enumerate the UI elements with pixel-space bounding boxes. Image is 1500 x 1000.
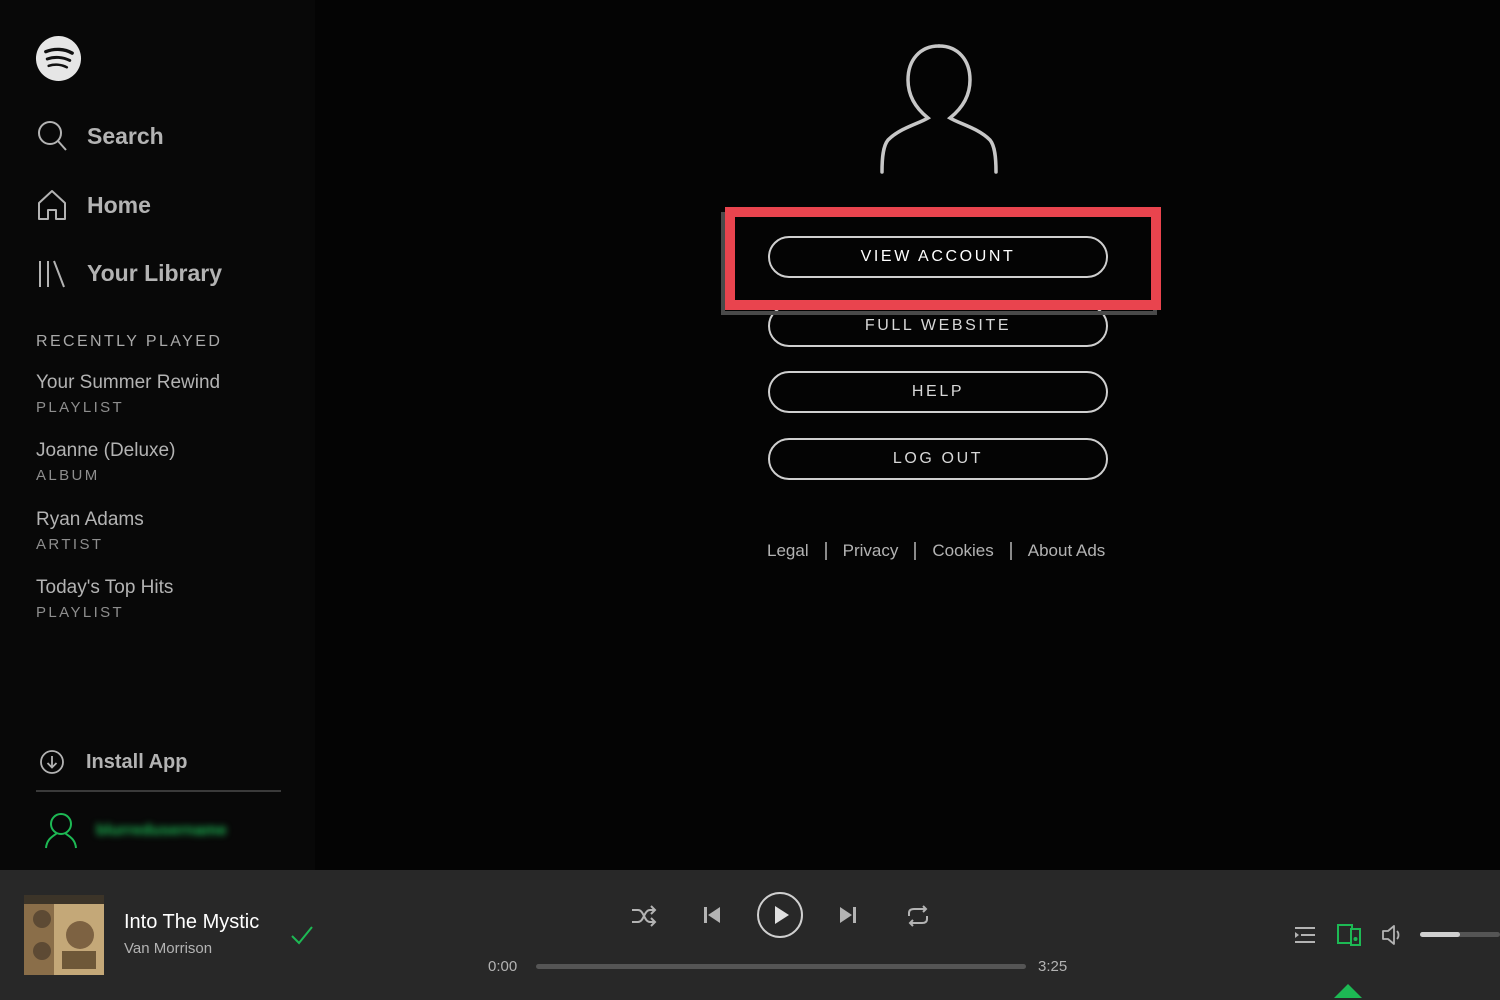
privacy-link[interactable]: Privacy bbox=[843, 541, 899, 561]
recently-played-heading: RECENTLY PLAYED bbox=[36, 333, 223, 350]
volume-fill bbox=[1420, 932, 1460, 937]
recent-item-type: PLAYLIST bbox=[36, 399, 125, 416]
highlight-box bbox=[725, 207, 1161, 310]
recent-item-type: ARTIST bbox=[36, 536, 104, 553]
devices-icon[interactable] bbox=[1336, 923, 1362, 947]
link-separator bbox=[1009, 542, 1012, 560]
cookies-link[interactable]: Cookies bbox=[932, 541, 993, 561]
install-app-label: Install App bbox=[86, 750, 188, 773]
about-ads-link[interactable]: About Ads bbox=[1028, 541, 1106, 561]
nav-search-label: Search bbox=[87, 122, 164, 149]
volume-slider[interactable] bbox=[1420, 932, 1500, 937]
recent-item-todays-top-hits[interactable]: Today's Top Hits PLAYLIST bbox=[36, 575, 173, 625]
volume-icon[interactable] bbox=[1381, 924, 1405, 946]
recent-item-type: PLAYLIST bbox=[36, 604, 125, 621]
saved-check-icon[interactable] bbox=[289, 922, 315, 948]
previous-track-icon[interactable] bbox=[702, 905, 722, 925]
duration-time: 3:25 bbox=[1038, 958, 1068, 975]
album-art[interactable] bbox=[24, 895, 104, 975]
recent-item-title: Your Summer Rewind bbox=[36, 372, 221, 393]
log-out-button[interactable]: LOG OUT bbox=[768, 438, 1108, 480]
queue-icon[interactable] bbox=[1293, 925, 1317, 947]
sidebar: Search Home Your Library RECENTLY PLAYED… bbox=[0, 0, 315, 870]
repeat-icon[interactable] bbox=[904, 904, 932, 928]
shuffle-icon[interactable] bbox=[630, 904, 658, 928]
elapsed-time: 0:00 bbox=[488, 958, 518, 975]
user-avatar-icon bbox=[880, 44, 998, 174]
recent-item-title: Joanne (Deluxe) bbox=[36, 440, 176, 461]
download-icon bbox=[40, 750, 64, 774]
next-track-icon[interactable] bbox=[838, 905, 858, 925]
play-button[interactable] bbox=[756, 891, 804, 939]
library-icon bbox=[35, 256, 69, 290]
search-icon bbox=[35, 119, 69, 153]
footer-links: Legal Privacy Cookies About Ads bbox=[767, 541, 1105, 561]
track-title[interactable]: Into The Mystic bbox=[124, 911, 259, 934]
track-artist[interactable]: Van Morrison bbox=[124, 940, 212, 957]
user-icon bbox=[45, 813, 77, 849]
player-bar: Into The Mystic Van Morrison 0:00 3:25 bbox=[0, 870, 1500, 1000]
recent-item-ryan-adams[interactable]: Ryan Adams ARTIST bbox=[36, 507, 144, 557]
recent-item-type: ALBUM bbox=[36, 467, 100, 484]
user-profile-button[interactable]: blurredusername bbox=[44, 812, 227, 850]
legal-link[interactable]: Legal bbox=[767, 541, 809, 561]
username: blurredusername bbox=[96, 822, 227, 839]
recent-item-title: Ryan Adams bbox=[36, 509, 144, 530]
nav-home[interactable]: Home bbox=[35, 185, 151, 225]
nav-your-library[interactable]: Your Library bbox=[35, 253, 222, 293]
devices-caret-icon bbox=[1334, 984, 1362, 998]
progress-bar[interactable] bbox=[536, 964, 1026, 969]
install-app-button[interactable]: Install App bbox=[38, 748, 187, 776]
recent-item-your-summer-rewind[interactable]: Your Summer Rewind PLAYLIST bbox=[36, 370, 220, 420]
recent-item-joanne-deluxe[interactable]: Joanne (Deluxe) ALBUM bbox=[36, 438, 175, 488]
spotify-logo[interactable] bbox=[35, 35, 82, 82]
nav-search[interactable]: Search bbox=[35, 116, 164, 156]
help-button[interactable]: HELP bbox=[768, 371, 1108, 413]
nav-home-label: Home bbox=[87, 191, 151, 218]
link-separator bbox=[824, 542, 827, 560]
nav-your-library-label: Your Library bbox=[87, 259, 223, 286]
home-icon bbox=[35, 188, 69, 222]
recent-item-title: Today's Top Hits bbox=[36, 577, 174, 598]
link-separator bbox=[914, 542, 917, 560]
sidebar-divider bbox=[36, 790, 281, 792]
